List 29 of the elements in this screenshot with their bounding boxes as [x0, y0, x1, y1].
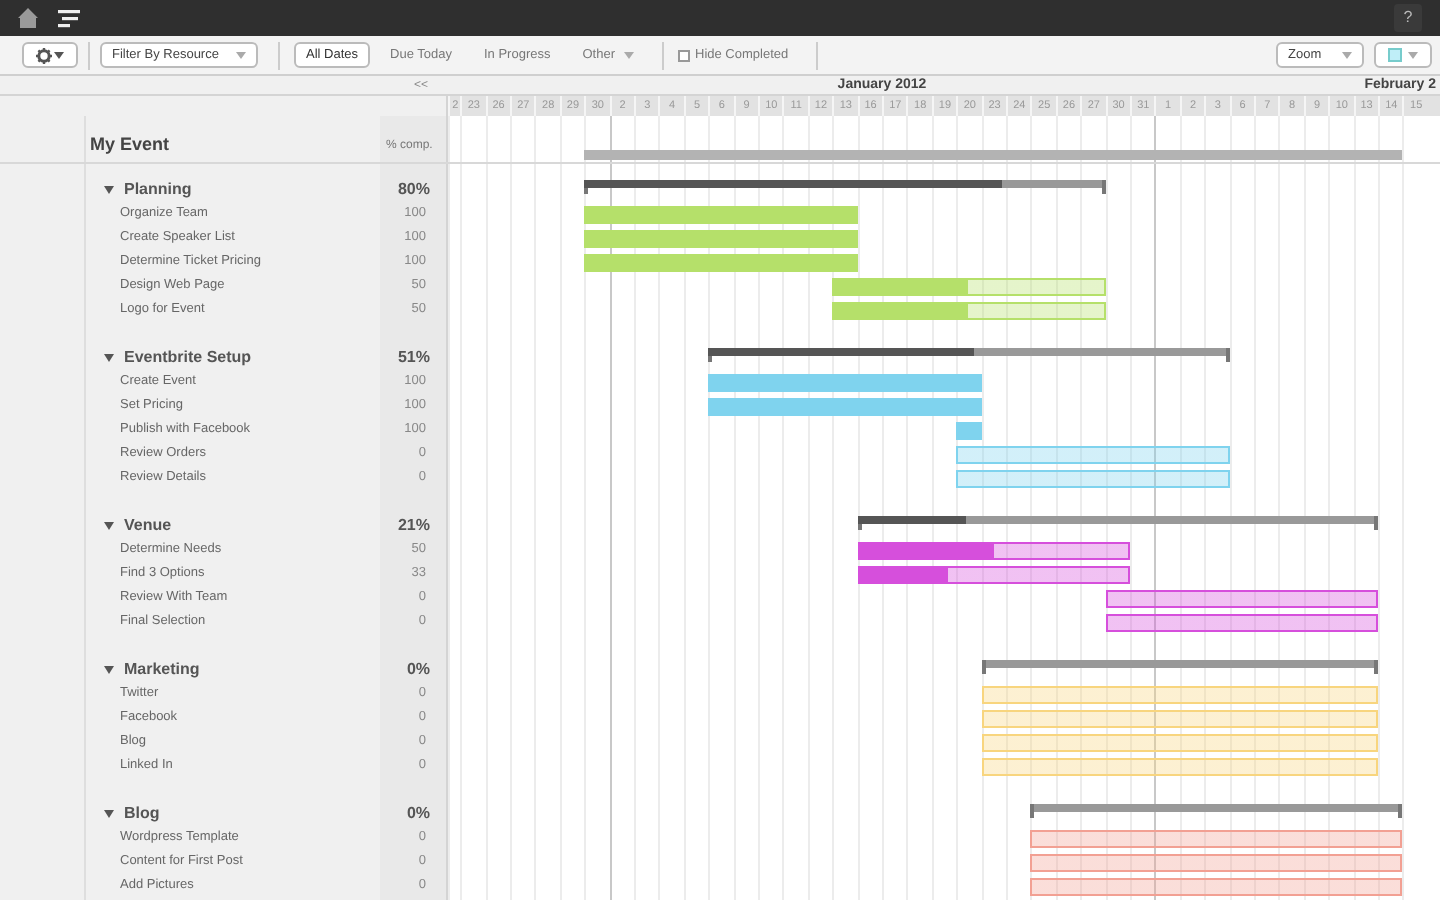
group-name: Venue [124, 514, 174, 538]
group-percent: 21% [395, 514, 430, 538]
list-icon[interactable] [58, 7, 80, 29]
group-name: Blog [124, 802, 162, 826]
caret-icon [54, 51, 64, 59]
caret-icon [236, 51, 246, 59]
checkbox[interactable] [677, 49, 689, 61]
group-name: Planning [124, 178, 194, 202]
expanded-arrow-icon[interactable] [104, 666, 114, 674]
caret-icon [1408, 51, 1418, 59]
home-icon[interactable] [18, 8, 38, 28]
project-title: My Event [90, 131, 172, 158]
caret-icon [623, 51, 633, 59]
group-name: Marketing [124, 658, 202, 682]
expanded-arrow-icon[interactable] [104, 354, 114, 362]
group-percent: 0% [404, 802, 430, 826]
expanded-arrow-icon[interactable] [104, 522, 114, 530]
expanded-arrow-icon[interactable] [104, 186, 114, 194]
color-picker-button[interactable] [1374, 42, 1432, 68]
group-percent: 0% [404, 658, 430, 682]
help-button[interactable]: ? [1394, 4, 1422, 32]
color-swatch-icon [1388, 48, 1402, 62]
group-percent: 51% [395, 346, 430, 370]
settings-button[interactable] [22, 42, 78, 68]
gear-icon [36, 47, 52, 63]
group-name: Eventbrite Setup [124, 346, 254, 370]
group-percent: 80% [395, 178, 430, 202]
caret-icon [1342, 51, 1352, 59]
expanded-arrow-icon[interactable] [104, 810, 114, 818]
